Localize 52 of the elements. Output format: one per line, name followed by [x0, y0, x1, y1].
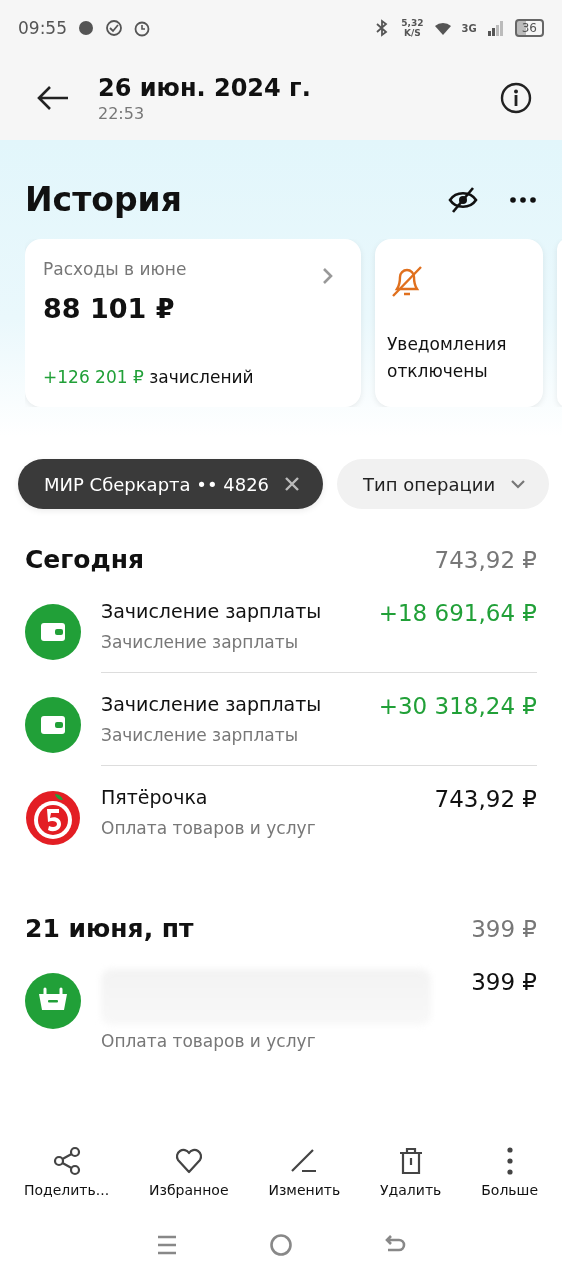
battery-level: 36: [514, 19, 544, 37]
filter-chip[interactable]: МИР Сберкарта •• 4826: [18, 459, 324, 509]
date-heading: Сегодня: [25, 545, 145, 574]
info-icon[interactable]: [500, 82, 532, 114]
transaction-category: Зачисление зарплаты: [101, 725, 300, 745]
transaction-title[interactable]: Зачисление зарплаты: [101, 693, 322, 719]
share-icon: [51, 1146, 82, 1176]
transaction-amount: 743,92 ₽: [434, 786, 537, 812]
chevron-right-icon: [321, 267, 335, 285]
transaction-title[interactable]: Пятёрочка: [101, 786, 208, 812]
transaction-amount: +30 318,24 ₽: [378, 693, 537, 719]
home-icon[interactable]: [269, 1233, 293, 1257]
alarm-icon: [133, 19, 151, 37]
header-subtitle: 22:53: [98, 103, 146, 123]
back-arrow-icon[interactable]: [36, 85, 70, 111]
clock-time: 09:55: [18, 18, 67, 38]
notifications-text: Уведомления отключены: [387, 333, 508, 383]
page-title: История: [25, 180, 183, 219]
heart-icon: [173, 1146, 204, 1176]
filter-chip[interactable]: Тип операции: [337, 459, 550, 509]
action-button[interactable]: Поделить...: [23, 1146, 110, 1198]
date-heading: 21 июня, пт: [25, 914, 194, 943]
transaction-title[interactable]: Зачисление зарплаты: [101, 600, 322, 626]
check-icon: [105, 19, 123, 37]
header-title: 26 июн. 2024 г.: [98, 73, 312, 102]
basket-icon: [25, 973, 81, 1029]
day-total: 399 ₽: [471, 915, 537, 942]
action-button[interactable]: Изменить: [268, 1146, 341, 1198]
more-icon: [506, 1147, 513, 1175]
menu-icon[interactable]: [155, 1233, 179, 1257]
store-logo-icon: [25, 790, 81, 846]
expenses-label: Расходы в июне: [43, 259, 187, 279]
notification-icon: [77, 19, 95, 37]
signal-icon: [486, 19, 505, 37]
income-summary: +126 201 ₽ зачислений: [43, 367, 255, 387]
action-button[interactable]: Больше: [481, 1146, 538, 1198]
notifications-card[interactable]: Уведомления отключены: [375, 239, 543, 407]
action-button[interactable]: Удалить: [380, 1146, 442, 1198]
close-icon: [283, 475, 302, 493]
transaction-category: Оплата товаров и услуг: [101, 818, 317, 838]
wallet-icon: [25, 697, 81, 753]
wallet-icon: [25, 604, 81, 660]
network-speed: 5,32 K/S: [401, 18, 424, 38]
transaction-amount: +18 691,64 ₽: [378, 600, 537, 626]
network-type: 3G: [461, 22, 477, 34]
expenses-amount: 88 101 ₽: [43, 293, 176, 324]
expenses-card[interactable]: Расходы в июне 88 101 ₽ +126 201 ₽ зачислений: [25, 239, 361, 407]
transaction-category: Зачисление зарплаты: [101, 632, 300, 652]
day-total: 743,92 ₽: [434, 546, 537, 573]
transaction-category: Оплата товаров и услуг: [101, 1031, 317, 1051]
transaction-amount: 399 ₽: [471, 969, 537, 997]
action-button[interactable]: Избранное: [149, 1146, 229, 1198]
